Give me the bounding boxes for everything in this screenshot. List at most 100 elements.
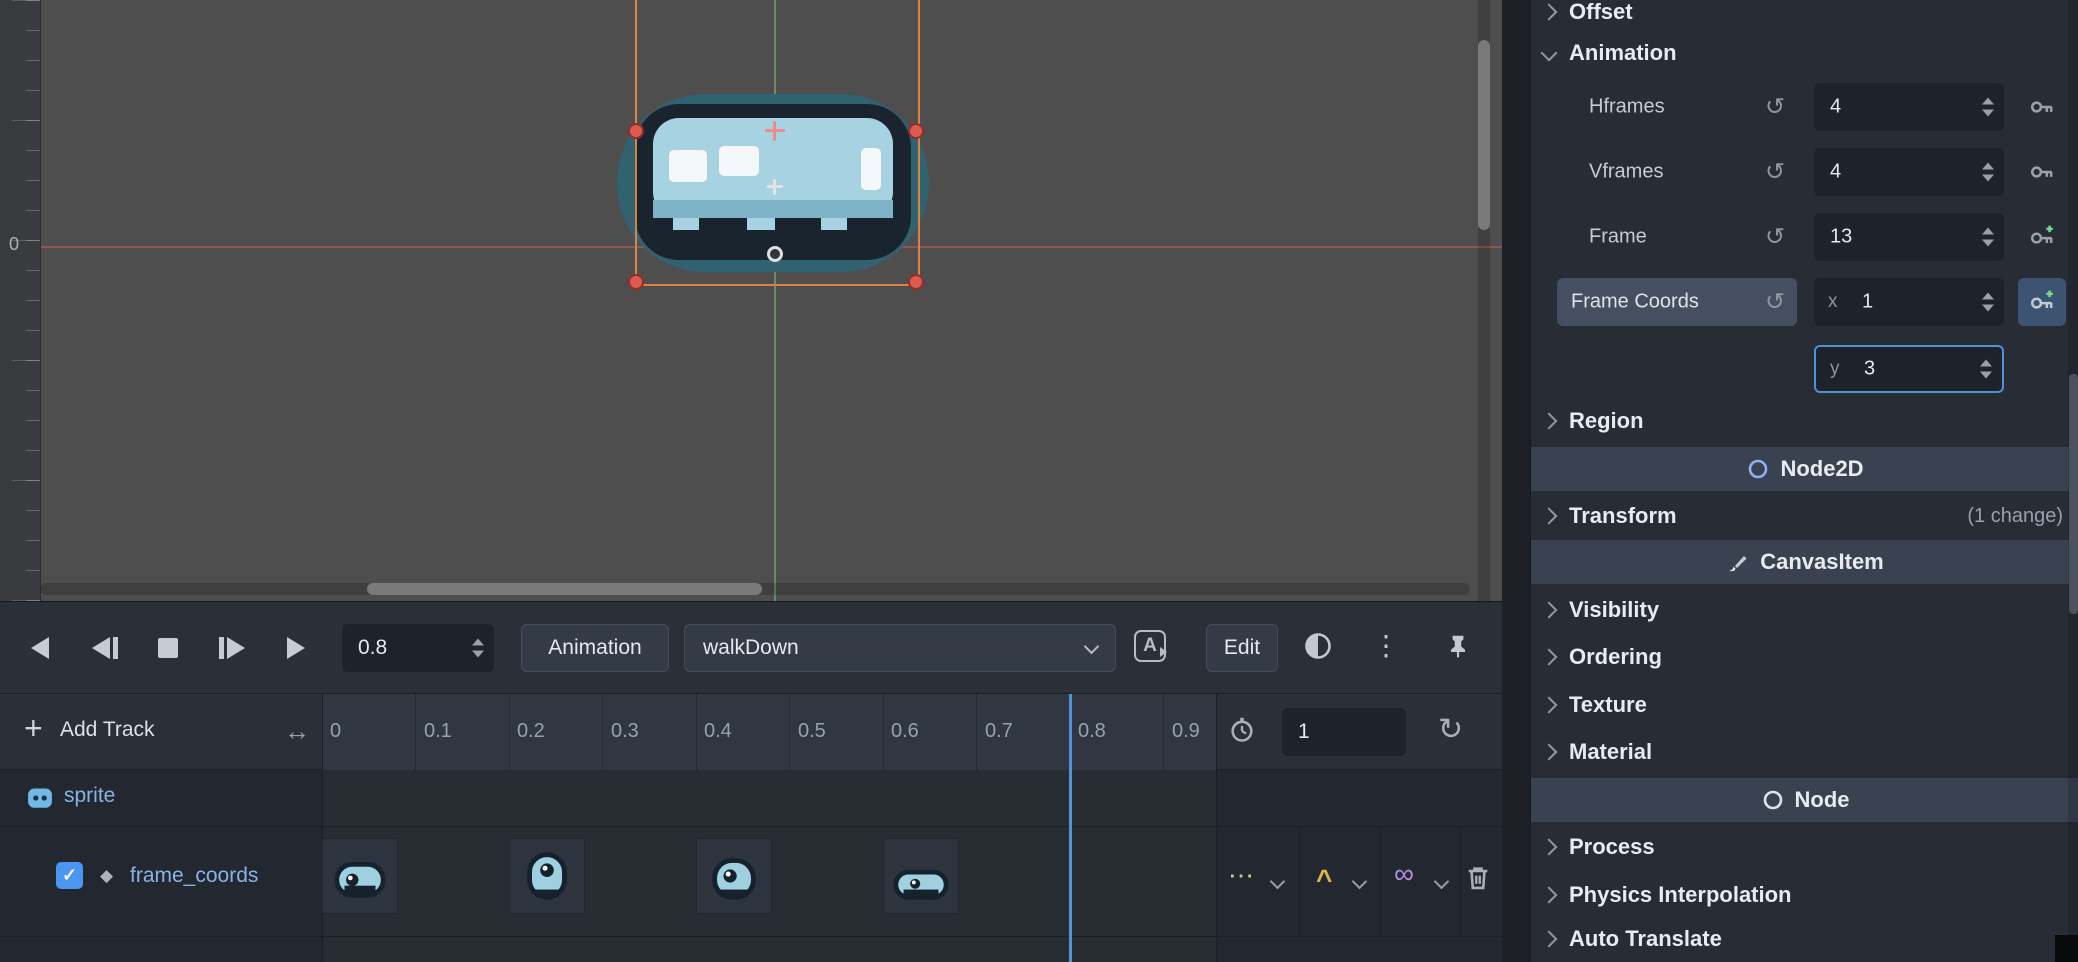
selection-handle[interactable] bbox=[908, 123, 924, 139]
key-icon[interactable] bbox=[2029, 159, 2055, 185]
playhead[interactable] bbox=[1069, 694, 1072, 962]
revert-icon[interactable]: ↺ bbox=[1765, 223, 1785, 252]
property-label[interactable]: Vframes bbox=[1589, 161, 1663, 184]
pivot-cross-icon[interactable] bbox=[773, 179, 776, 195]
vertical-ruler bbox=[0, 0, 41, 601]
vertical-scrollbar-thumb[interactable] bbox=[1478, 40, 1490, 230]
add-track-button[interactable]: Add Track bbox=[60, 718, 155, 742]
section-material[interactable]: Material bbox=[1531, 730, 2078, 774]
ruler-label: 0.8 bbox=[1078, 720, 1106, 743]
stop-button[interactable] bbox=[144, 626, 192, 670]
keyframe-thumbnail[interactable] bbox=[883, 838, 959, 914]
play-backwards-icon bbox=[92, 637, 110, 659]
inspector-panel: Offset Animation Hframes ↺ 4 Vframes ↺ 4 bbox=[1530, 0, 2078, 962]
hframes-input[interactable]: 4 bbox=[1814, 83, 2004, 131]
position-spinner[interactable] bbox=[472, 639, 484, 658]
spin-up-icon[interactable] bbox=[1980, 360, 1992, 367]
section-ordering[interactable]: Ordering bbox=[1531, 635, 2078, 679]
section-physics-interpolation[interactable]: Physics Interpolation bbox=[1531, 873, 2078, 917]
chevron-right-icon bbox=[1541, 887, 1558, 904]
horizontal-scrollbar-thumb[interactable] bbox=[367, 583, 762, 595]
section-transform[interactable]: Transform (1 change) bbox=[1531, 494, 2078, 538]
ruler-label: 0.7 bbox=[985, 720, 1013, 743]
keyframe-thumbnail[interactable] bbox=[322, 838, 398, 914]
frame-coords-y-input[interactable]: y 3 bbox=[1814, 345, 2004, 393]
spin-up-icon[interactable] bbox=[1982, 163, 1994, 170]
pan-timeline-icon[interactable]: ↔ bbox=[284, 716, 310, 747]
add-key-icon[interactable] bbox=[2029, 224, 2055, 250]
play-backwards-button[interactable] bbox=[16, 626, 64, 670]
spin-up-icon[interactable] bbox=[472, 639, 484, 646]
section-label: Physics Interpolation bbox=[1569, 882, 1792, 908]
selection-rect[interactable] bbox=[635, 0, 920, 286]
revert-icon[interactable]: ↺ bbox=[1765, 93, 1785, 122]
keyframe-thumbnail[interactable] bbox=[696, 838, 772, 914]
selection-handle[interactable] bbox=[908, 274, 924, 290]
origin-gizmo-icon[interactable] bbox=[767, 246, 783, 262]
vframes-input[interactable]: 4 bbox=[1814, 148, 2004, 196]
spin-up-icon[interactable] bbox=[1982, 228, 1994, 235]
2d-viewport[interactable]: 0 bbox=[0, 0, 1502, 601]
play-from-current-button[interactable] bbox=[208, 626, 256, 670]
section-region[interactable]: Region bbox=[1531, 399, 2078, 443]
frame-coords-x-input[interactable]: x 1 bbox=[1814, 278, 2004, 326]
loop-button[interactable]: ↻ bbox=[1438, 712, 1463, 747]
delete-track-button[interactable] bbox=[1464, 864, 1492, 892]
section-auto-translate[interactable]: Auto Translate bbox=[1531, 917, 2078, 961]
selection-handle[interactable] bbox=[628, 123, 644, 139]
animation-menu-button[interactable]: Animation bbox=[521, 624, 669, 672]
separator bbox=[0, 936, 1502, 937]
frame-input[interactable]: 13 bbox=[1814, 213, 2004, 261]
revert-icon[interactable]: ↺ bbox=[1765, 288, 1785, 317]
current-animation-label: walkDown bbox=[703, 636, 799, 660]
value-spinner[interactable] bbox=[1982, 228, 1994, 247]
section-process[interactable]: Process bbox=[1531, 825, 2078, 869]
category-canvasitem: CanvasItem bbox=[1531, 540, 2078, 584]
ruler-label: 0.5 bbox=[798, 720, 826, 743]
update-mode-icon[interactable]: ⋯ bbox=[1228, 860, 1254, 891]
inspector-scrollbar-thumb[interactable] bbox=[2069, 374, 2078, 614]
interpolation-mode-icon[interactable]: ^ bbox=[1316, 864, 1332, 896]
track-property-name[interactable]: frame_coords bbox=[130, 864, 258, 888]
selection-handle[interactable] bbox=[628, 274, 644, 290]
spin-down-icon[interactable] bbox=[1982, 175, 1994, 182]
key-icon[interactable] bbox=[2029, 94, 2055, 120]
animation-length-field[interactable]: 1 bbox=[1282, 708, 1406, 756]
value-spinner[interactable] bbox=[1980, 360, 1992, 379]
hframes-value: 4 bbox=[1830, 96, 1841, 119]
section-label: Texture bbox=[1569, 692, 1647, 718]
animation-position-field[interactable]: 0.8 bbox=[342, 624, 494, 672]
value-spinner[interactable] bbox=[1982, 293, 1994, 312]
spin-down-icon[interactable] bbox=[1982, 240, 1994, 247]
spin-down-icon[interactable] bbox=[472, 651, 484, 658]
track-enabled-checkbox[interactable]: ✓ bbox=[56, 862, 83, 889]
onion-skinning-button[interactable] bbox=[1294, 624, 1342, 668]
property-label[interactable]: Frame bbox=[1589, 226, 1647, 249]
section-texture[interactable]: Texture bbox=[1531, 683, 2078, 727]
property-label[interactable]: Frame Coords bbox=[1571, 291, 1699, 314]
add-key-button[interactable] bbox=[2018, 278, 2066, 326]
corner-overlay bbox=[2055, 935, 2078, 962]
keyframe-thumbnail[interactable] bbox=[509, 838, 585, 914]
spin-up-icon[interactable] bbox=[1982, 98, 1994, 105]
property-label[interactable]: Hframes bbox=[1589, 96, 1665, 119]
pin-animation-player-button[interactable] bbox=[1434, 624, 1482, 668]
value-spinner[interactable] bbox=[1982, 163, 1994, 182]
autoplay-on-load-button[interactable]: A bbox=[1126, 624, 1174, 668]
onion-options-button[interactable]: ⋮ bbox=[1362, 624, 1410, 668]
play-backwards-from-current-button[interactable] bbox=[81, 626, 129, 670]
section-animation[interactable]: Animation bbox=[1531, 28, 2078, 78]
spin-up-icon[interactable] bbox=[1982, 293, 1994, 300]
play-button[interactable] bbox=[272, 626, 320, 670]
revert-icon[interactable]: ↺ bbox=[1765, 158, 1785, 187]
track-node-name[interactable]: sprite bbox=[64, 784, 115, 808]
spin-down-icon[interactable] bbox=[1982, 110, 1994, 117]
value-spinner[interactable] bbox=[1982, 98, 1994, 117]
edit-button[interactable]: Edit bbox=[1206, 624, 1278, 672]
spin-down-icon[interactable] bbox=[1982, 305, 1994, 312]
section-visibility[interactable]: Visibility bbox=[1531, 588, 2078, 632]
changes-note: (1 change) bbox=[1967, 505, 2063, 528]
current-animation-dropdown[interactable]: walkDown bbox=[684, 624, 1116, 672]
wrap-mode-icon[interactable]: ∞ bbox=[1394, 858, 1414, 890]
spin-down-icon[interactable] bbox=[1980, 372, 1992, 379]
